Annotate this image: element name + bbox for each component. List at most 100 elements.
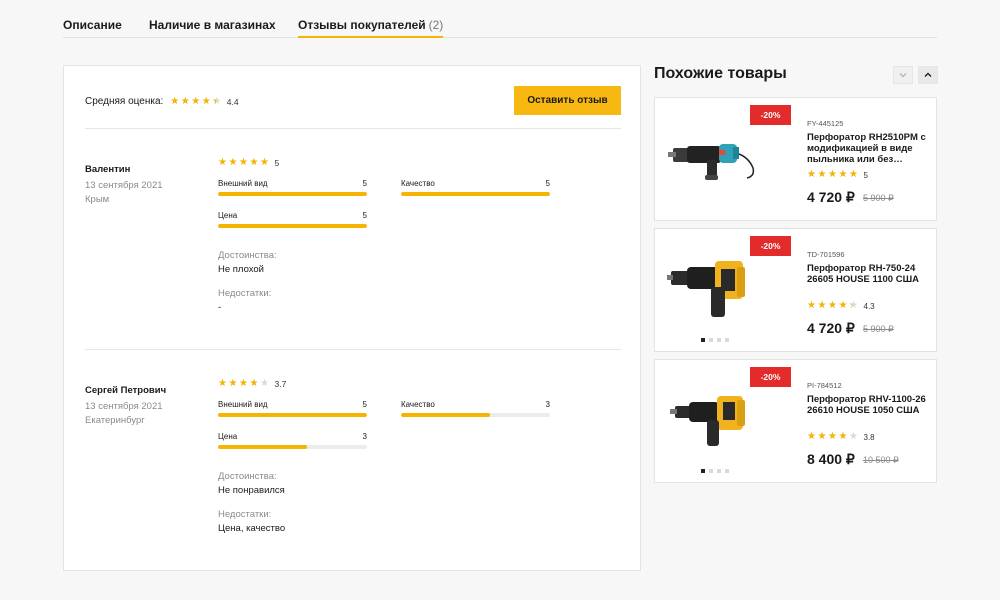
product-card[interactable]: -20% TD-701596 Перфоратор RH-750-24 2660… [654, 228, 937, 352]
product-image[interactable] [667, 118, 762, 198]
carousel-dot[interactable] [709, 469, 713, 473]
product-rating-value: 5 [863, 170, 868, 180]
review-stars [218, 158, 271, 168]
product-sku: FY-445125 [807, 119, 844, 128]
metric-value: 3 [545, 400, 550, 409]
product-price: 4 720 ₽ [807, 320, 855, 336]
leave-review-button[interactable]: Оставить отзыв [514, 86, 621, 115]
review-stars [218, 379, 271, 389]
cons-label: Недостатки: [218, 509, 272, 520]
pros-text: Не плохой [218, 264, 264, 275]
product-image[interactable] [667, 249, 762, 329]
reviews-panel: Средняя оценка: 4.4 Оставить отзыв Вален… [63, 65, 641, 571]
metric-label: Внешний вид [218, 400, 268, 409]
metric-label: Внешний вид [218, 179, 268, 188]
tabs-bar: Описание Наличие в магазинах Отзывы поку… [63, 0, 937, 38]
carousel-dot[interactable] [709, 338, 713, 342]
star-icon [260, 379, 271, 389]
metric-quality: Качество 3 [401, 400, 550, 420]
review-rating-value: 3.7 [274, 379, 287, 389]
metric-price: Цена 5 [218, 211, 367, 231]
tab-reviews[interactable]: Отзывы покупателей (2) [298, 18, 444, 38]
product-rating-value: 4.3 [863, 301, 875, 311]
star-icon [250, 158, 261, 168]
review-item: Валентин 13 сентября 2021 Крым 5 Внешний… [85, 158, 621, 364]
star-icon [218, 158, 229, 168]
star-icon [818, 432, 829, 442]
product-card[interactable]: -20% PI-784512 Перфоратор RHV-1100-26 26… [654, 359, 937, 483]
chevron-down-icon [899, 73, 907, 78]
metric-bar [218, 192, 367, 196]
product-rating-value: 3.8 [863, 432, 875, 442]
star-icon [807, 170, 818, 180]
product-old-price: 10 500 ₽ [863, 455, 899, 465]
carousel-dot[interactable] [717, 469, 721, 473]
star-icon [170, 97, 181, 107]
star-icon [839, 301, 850, 311]
product-name[interactable]: Перфоратор RH-750-24 26605 HOUSE 1100 СШ… [807, 263, 929, 285]
metric-bar-fill [218, 192, 367, 196]
metric-bar-fill [218, 413, 367, 417]
product-old-price: 5 900 ₽ [863, 324, 894, 334]
metric-quality: Качество 5 [401, 179, 550, 199]
product-old-price: 5 900 ₽ [863, 193, 894, 203]
product-stars [807, 432, 860, 442]
divider [85, 349, 621, 350]
metric-bar [218, 413, 367, 417]
cons-text: Цена, качество [218, 523, 286, 534]
image-dots [701, 469, 729, 473]
star-icon [202, 97, 213, 107]
carousel-dot[interactable] [725, 469, 729, 473]
review-rating-value: 5 [274, 158, 280, 168]
average-rating: Средняя оценка: 4.4 [85, 96, 239, 107]
star-icon [229, 158, 240, 168]
star-icon [839, 432, 850, 442]
review-rating: 5 [218, 158, 279, 168]
metric-bar [218, 445, 367, 449]
product-sku: PI-784512 [807, 381, 842, 390]
product-name[interactable]: Перфоратор RH2510PM с модификацией в вид… [807, 132, 929, 165]
star-icon [849, 432, 860, 442]
carousel-dot[interactable] [701, 469, 705, 473]
product-name[interactable]: Перфоратор RHV-1100-26 26610 HOUSE 1050 … [807, 394, 929, 416]
review-date: 13 сентября 2021 [85, 401, 163, 412]
product-card[interactable]: -20% FY-445125 Перфоратор RH2510PM с мод… [654, 97, 937, 221]
metric-bar-fill [218, 224, 367, 228]
review-city: Екатеринбург [85, 415, 145, 426]
average-value: 4.4 [226, 96, 239, 107]
carousel-dot[interactable] [725, 338, 729, 342]
metric-bar [401, 192, 550, 196]
cons-label: Недостатки: [218, 288, 272, 299]
tab-label: Отзывы покупателей [298, 18, 426, 32]
carousel-dot[interactable] [717, 338, 721, 342]
star-icon [191, 97, 202, 107]
average-label: Средняя оценка: [85, 96, 164, 107]
carousel-dot[interactable] [701, 338, 705, 342]
star-icon [260, 158, 271, 168]
divider [85, 128, 621, 129]
carousel-up-button[interactable] [918, 66, 938, 84]
star-icon [849, 301, 860, 311]
star-icon [229, 379, 240, 389]
metric-bar [401, 413, 550, 417]
metric-label: Качество [401, 400, 435, 409]
product-rating: 5 [807, 170, 868, 180]
carousel-down-button[interactable] [893, 66, 913, 84]
tab-availability[interactable]: Наличие в магазинах [149, 18, 276, 32]
metric-value: 5 [545, 179, 550, 188]
metric-value: 5 [362, 211, 367, 220]
cons-text: - [218, 302, 222, 313]
metric-label: Качество [401, 179, 435, 188]
product-rating: 4.3 [807, 301, 875, 311]
star-icon [807, 301, 818, 311]
tab-label: Наличие в магазинах [149, 18, 276, 32]
pros-label: Достоинства: [218, 471, 277, 482]
pros-text: Не понравился [218, 485, 285, 496]
star-icon [807, 432, 818, 442]
tab-description[interactable]: Описание [63, 18, 122, 32]
star-icon [828, 301, 839, 311]
product-image[interactable] [667, 380, 762, 460]
star-icon [218, 379, 229, 389]
image-dots [701, 338, 729, 342]
rotary-hammer-icon [668, 144, 755, 180]
